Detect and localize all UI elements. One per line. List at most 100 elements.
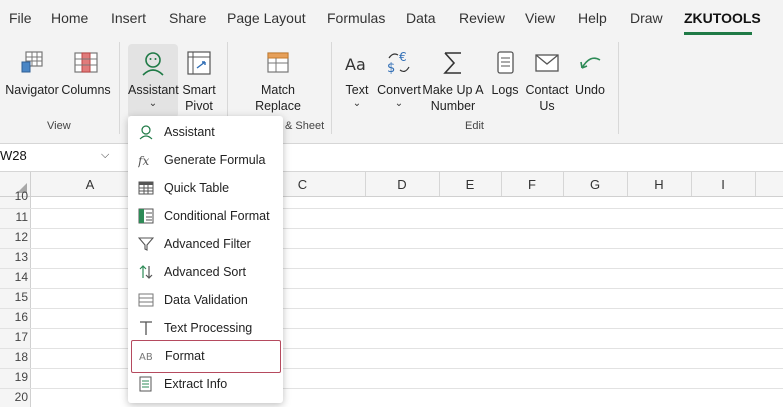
assistant-icon bbox=[139, 125, 153, 140]
tab-draw[interactable]: Draw bbox=[630, 10, 663, 26]
assistant-chevron-down-icon: ⌄ bbox=[148, 98, 158, 109]
sheet-group-label: & Sheet bbox=[285, 120, 325, 132]
row-divider bbox=[0, 308, 783, 309]
row-header-10[interactable]: 10 bbox=[0, 189, 28, 203]
smart-pivot-button[interactable]: Smart Pivot bbox=[180, 38, 218, 118]
navigator-label: Navigator bbox=[5, 83, 59, 97]
columns-button[interactable]: Columns bbox=[60, 38, 112, 118]
menu-item-format[interactable]: AB Format bbox=[131, 340, 281, 373]
row-header-16[interactable]: 16 bbox=[0, 310, 28, 324]
assistant-button[interactable]: Assistant ⌄ bbox=[128, 44, 179, 118]
make-up-number-label-line1: Make Up A bbox=[422, 83, 484, 97]
row-header-15[interactable]: 15 bbox=[0, 290, 28, 304]
name-box-chevron-down-icon[interactable]: ⌵ bbox=[101, 149, 109, 162]
row-divider bbox=[0, 248, 783, 249]
match-replace-button[interactable]: Match Replace bbox=[250, 38, 306, 118]
envelope-icon bbox=[535, 54, 559, 72]
menu-item-data-validation[interactable]: Data Validation bbox=[128, 286, 283, 314]
menu-item-generate-formula[interactable]: fx Generate Formula bbox=[128, 146, 283, 174]
menu-item-advanced-filter[interactable]: Advanced Filter bbox=[128, 230, 283, 258]
column-header-f[interactable]: F bbox=[501, 177, 563, 192]
svg-text:fx: fx bbox=[138, 154, 149, 168]
row-header-20[interactable]: 20 bbox=[0, 390, 28, 404]
text-t-icon bbox=[140, 321, 152, 335]
menu-item-label: Advanced Filter bbox=[164, 237, 251, 251]
contact-us-button[interactable]: Contact Us bbox=[524, 38, 570, 118]
name-box[interactable]: W28 bbox=[0, 148, 27, 163]
text-aa-icon: Aa bbox=[345, 55, 366, 74]
svg-text:Aa: Aa bbox=[345, 55, 366, 74]
svg-text:€: € bbox=[399, 50, 407, 64]
tab-share[interactable]: Share bbox=[169, 10, 206, 26]
contact-us-label-line1: Contact bbox=[525, 83, 569, 97]
menu-item-assistant[interactable]: Assistant bbox=[128, 118, 283, 146]
column-header-h[interactable]: H bbox=[627, 177, 691, 192]
currency-convert-icon: $ € bbox=[387, 50, 410, 76]
column-header-e[interactable]: E bbox=[439, 177, 501, 192]
navigator-button[interactable]: Navigator bbox=[4, 38, 60, 118]
smart-pivot-label-line2: Pivot bbox=[185, 99, 213, 113]
menu-item-label: Extract Info bbox=[164, 377, 228, 391]
menu-item-label: Generate Formula bbox=[164, 153, 266, 167]
column-header-i[interactable]: I bbox=[691, 177, 755, 192]
function-fx-icon: fx bbox=[138, 154, 149, 168]
tab-data[interactable]: Data bbox=[406, 10, 436, 26]
menu-item-label: Text Processing bbox=[164, 321, 253, 335]
logs-button[interactable]: Logs bbox=[488, 38, 522, 118]
row-header-14[interactable]: 14 bbox=[0, 270, 28, 284]
convert-label: Convert bbox=[377, 83, 421, 97]
data-validation-icon bbox=[138, 293, 154, 307]
menu-item-advanced-sort[interactable]: Advanced Sort bbox=[128, 258, 283, 286]
row-divider bbox=[0, 328, 783, 329]
column-header-g[interactable]: G bbox=[563, 177, 627, 192]
tab-view[interactable]: View bbox=[525, 10, 555, 26]
text-button[interactable]: Aa Text ⌄ bbox=[340, 38, 374, 118]
menu-item-quick-table[interactable]: Quick Table bbox=[128, 174, 283, 202]
row-header-13[interactable]: 13 bbox=[0, 250, 28, 264]
row-header-18[interactable]: 18 bbox=[0, 350, 28, 364]
group-separator bbox=[618, 42, 619, 134]
group-separator bbox=[331, 42, 332, 134]
tab-home[interactable]: Home bbox=[51, 10, 88, 26]
row-header-11[interactable]: 11 bbox=[0, 210, 28, 224]
smart-pivot-label: Smart Pivot bbox=[180, 82, 218, 114]
row-divider bbox=[0, 348, 783, 349]
tab-formulas[interactable]: Formulas bbox=[327, 10, 385, 26]
menu-item-text-processing[interactable]: Text Processing bbox=[128, 314, 283, 342]
row-divider bbox=[0, 288, 783, 289]
convert-button[interactable]: $ € Convert ⌄ bbox=[376, 38, 422, 118]
undo-button[interactable]: Undo bbox=[572, 38, 608, 118]
extract-info-icon bbox=[139, 376, 152, 392]
sort-arrows-icon bbox=[139, 265, 153, 279]
make-up-number-button[interactable]: Make Up A Number bbox=[422, 38, 484, 118]
column-divider bbox=[755, 172, 756, 196]
tab-help[interactable]: Help bbox=[578, 10, 607, 26]
row-divider bbox=[0, 388, 783, 389]
tab-page-layout[interactable]: Page Layout bbox=[227, 10, 306, 26]
row-header-19[interactable]: 19 bbox=[0, 370, 28, 384]
row-header-12[interactable]: 12 bbox=[0, 230, 28, 244]
tab-insert[interactable]: Insert bbox=[111, 10, 146, 26]
row-header-17[interactable]: 17 bbox=[0, 330, 28, 344]
contact-us-label: Contact Us bbox=[524, 82, 570, 114]
make-up-number-label: Make Up A Number bbox=[422, 82, 484, 114]
ribbon: Navigator Columns View Assistant ⌄ Smart… bbox=[0, 38, 783, 138]
tab-review[interactable]: Review bbox=[459, 10, 505, 26]
undo-icon bbox=[580, 57, 601, 69]
match-replace-icon bbox=[267, 52, 289, 73]
row-divider bbox=[0, 208, 783, 209]
column-header-d[interactable]: D bbox=[365, 177, 439, 192]
text-chevron-down-icon: ⌄ bbox=[352, 98, 362, 109]
smart-pivot-label-line1: Smart bbox=[182, 83, 216, 97]
menu-item-conditional-format[interactable]: Conditional Format bbox=[128, 202, 283, 230]
logs-label: Logs bbox=[491, 83, 519, 97]
menu-item-extract-info[interactable]: Extract Info bbox=[128, 370, 283, 398]
formula-bar: W28 ⌵ bbox=[0, 143, 783, 172]
tab-file[interactable]: File bbox=[9, 10, 32, 26]
row-divider bbox=[0, 228, 783, 229]
menu-bar: File Home Insert Share Page Layout Formu… bbox=[0, 0, 783, 38]
tab-zkutools[interactable]: ZKUTOOLS bbox=[684, 10, 761, 26]
logs-icon bbox=[497, 51, 514, 74]
match-replace-label-line1: Match bbox=[260, 83, 296, 97]
contact-us-label-line2: Us bbox=[539, 99, 555, 113]
